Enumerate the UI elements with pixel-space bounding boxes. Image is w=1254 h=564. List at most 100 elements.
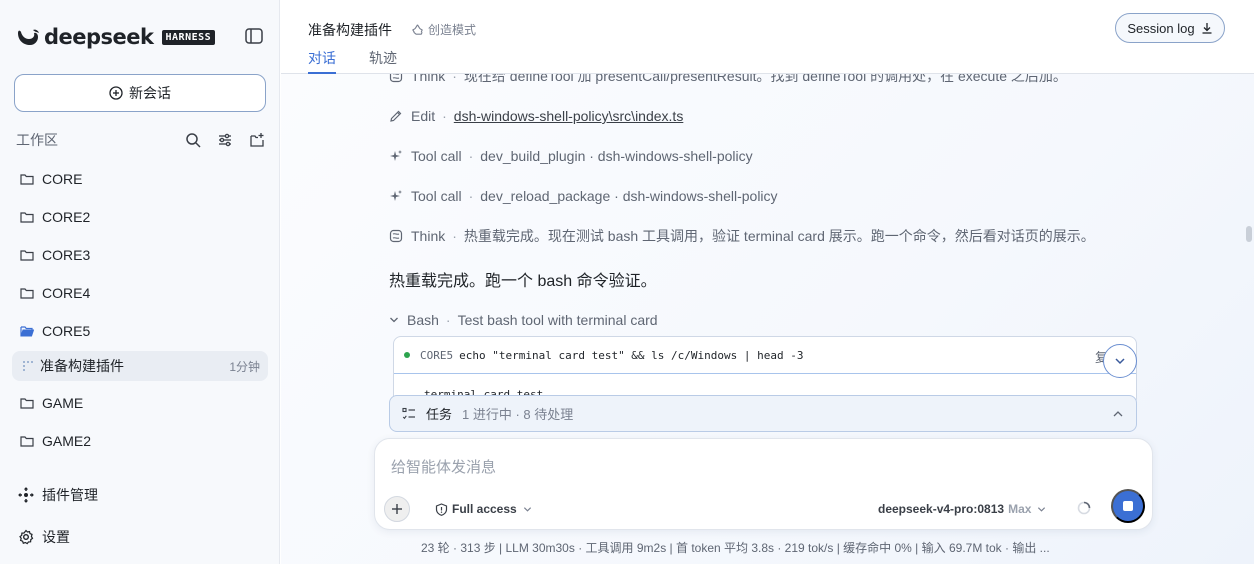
tasks-panel[interactable]: 任务 1 进行中 · 8 待处理 <box>389 395 1137 432</box>
step-think[interactable]: Think · 热重载完成。现在测试 bash 工具调用，验证 terminal … <box>389 226 1095 246</box>
folder-icon <box>20 174 34 185</box>
step-kind: Tool call <box>411 188 462 204</box>
whale-logo-icon <box>18 29 39 45</box>
plus-circle-icon <box>109 86 123 100</box>
mode-label: 创造模式 <box>428 23 477 37</box>
step-tool-call[interactable]: Tool call · dev_reload_package · dsh-wind… <box>389 186 778 206</box>
step-kind: Edit <box>411 108 436 124</box>
session-time: 1分钟 <box>229 359 260 374</box>
step-text: 热重载完成。现在测试 bash 工具调用，验证 terminal card 展示… <box>463 228 1095 244</box>
shield-icon <box>435 502 448 516</box>
folder-icon <box>20 436 34 447</box>
access-label: Full access <box>452 502 517 516</box>
new-chat-button[interactable]: 新会话 <box>14 74 266 112</box>
new-folder-icon[interactable] <box>248 131 266 149</box>
chevron-down-icon <box>1115 358 1125 365</box>
folder-icon <box>20 250 34 261</box>
step-text: 现在给 defineTool 加 presentCall/presentResu… <box>463 74 1067 84</box>
topbar: 准备构建插件 创造模式 Session log 对话 轨迹 <box>281 0 1254 74</box>
session-dotted-icon <box>23 361 33 371</box>
recycle-icon <box>412 24 423 35</box>
folder-label: CORE2 <box>42 209 91 225</box>
brain-icon <box>389 229 403 243</box>
chevron-up-icon[interactable] <box>1112 408 1124 420</box>
folder-core4[interactable]: CORE4 <box>20 282 90 304</box>
message-input[interactable]: 给智能体发消息 <box>391 456 496 477</box>
file-link[interactable]: dsh-windows-shell-policy\src\index.ts <box>454 108 684 124</box>
sidebar: deepseek HARNESS 新会话 工作区 CORE CORE2 CORE… <box>0 0 280 564</box>
folder-game2[interactable]: GAME2 <box>20 430 91 452</box>
tab-trajectory[interactable]: 轨迹 <box>369 48 397 74</box>
folder-game[interactable]: GAME <box>20 392 83 414</box>
model-name: deepseek-v4-pro:0813 <box>878 502 1005 516</box>
model-selector[interactable]: deepseek-v4-pro:0813 Max <box>878 500 1046 518</box>
brand: deepseek HARNESS <box>16 24 216 50</box>
gear-icon <box>19 529 34 545</box>
status-dot <box>404 352 410 358</box>
plugin-icon <box>18 487 34 503</box>
filter-sliders-icon[interactable] <box>216 131 234 149</box>
folder-label: GAME2 <box>42 433 92 449</box>
step-text: dev_reload_package · dsh-windows-shell-p… <box>480 188 778 204</box>
pencil-icon <box>389 109 403 123</box>
step-edit[interactable]: Edit · dsh-windows-shell-policy\src\index… <box>389 106 683 126</box>
session-log-button[interactable]: Session log <box>1115 13 1225 43</box>
folder-core3[interactable]: CORE3 <box>20 244 90 266</box>
search-icon[interactable] <box>184 131 202 149</box>
folder-open-icon <box>20 326 34 337</box>
plugin-manager-link[interactable]: 插件管理 <box>18 484 98 506</box>
workspace-header: 工作区 <box>16 130 266 150</box>
session-item-active[interactable]: 准备构建插件 1分钟 <box>12 351 268 381</box>
assistant-reply: 热重载完成。跑一个 bash 命令验证。 <box>389 273 657 290</box>
tasks-title: 任务 <box>426 407 453 422</box>
download-icon <box>1202 23 1212 34</box>
terminal-cwd: CORE5 <box>420 348 454 362</box>
step-think[interactable]: Think · 现在给 defineTool 加 presentCall/pres… <box>389 74 1067 86</box>
plus-icon <box>392 504 402 514</box>
attach-button[interactable] <box>384 496 410 522</box>
step-kind: Bash <box>407 312 439 328</box>
folder-label: CORE4 <box>42 285 91 301</box>
status-bar: 23 轮 · 313 步 | LLM 30m30s · 工具调用 9m2s | … <box>421 541 1050 555</box>
step-text: Test bash tool with terminal card <box>457 312 658 328</box>
folder-core5[interactable]: CORE5 <box>20 320 90 342</box>
brand-badge: HARNESS <box>161 29 216 45</box>
step-tool-call[interactable]: Tool call · dev_build_plugin · dsh-window… <box>389 146 753 166</box>
folder-label: CORE5 <box>42 323 91 339</box>
stop-button[interactable] <box>1111 489 1145 523</box>
checklist-icon <box>402 407 415 419</box>
bash-step-header[interactable]: Bash · Test bash tool with terminal card <box>389 310 658 330</box>
message-composer: 给智能体发消息 Full access deepseek-v4-pro:0813… <box>374 438 1153 530</box>
settings-link[interactable]: 设置 <box>18 526 70 548</box>
access-selector[interactable]: Full access <box>435 500 536 518</box>
folder-core[interactable]: CORE <box>20 168 82 190</box>
chevron-down-icon <box>390 317 398 323</box>
plugin-manager-label: 插件管理 <box>42 487 98 503</box>
folder-label: CORE <box>42 171 83 187</box>
step-text: dev_build_plugin · dsh-windows-shell-pol… <box>480 148 753 164</box>
page-title: 准备构建插件 <box>308 22 392 38</box>
session-log-label: Session log <box>1127 20 1195 36</box>
folder-icon <box>20 398 34 409</box>
reasoning-level: Max <box>1008 502 1032 516</box>
folder-label: GAME <box>42 395 84 411</box>
chevron-down-icon <box>1038 506 1046 512</box>
tasks-meta: 1 进行中 · 8 待处理 <box>462 407 574 422</box>
folder-icon <box>20 288 34 299</box>
mode-indicator[interactable]: 创造模式 <box>411 21 476 38</box>
sidebar-toggle-icon[interactable] <box>244 27 264 45</box>
step-kind: Think <box>411 228 446 244</box>
scroll-to-bottom-button[interactable] <box>1103 344 1137 378</box>
new-chat-label: 新会话 <box>129 85 171 101</box>
step-kind: Tool call <box>411 148 462 164</box>
brain-icon <box>389 74 403 83</box>
brand-name: deepseek <box>44 25 154 49</box>
sparkle-icon <box>389 149 403 163</box>
stop-icon <box>1123 501 1133 511</box>
terminal-command-line: CORE5 echo "terminal card test" && ls /c… <box>394 337 1136 374</box>
folder-core2[interactable]: CORE2 <box>20 206 90 228</box>
scrollbar-thumb[interactable] <box>1246 226 1252 242</box>
chevron-down-icon <box>523 506 531 512</box>
conversation-area: Think · 现在给 defineTool 加 presentCall/pres… <box>281 74 1254 564</box>
tab-conversation[interactable]: 对话 <box>308 48 336 74</box>
